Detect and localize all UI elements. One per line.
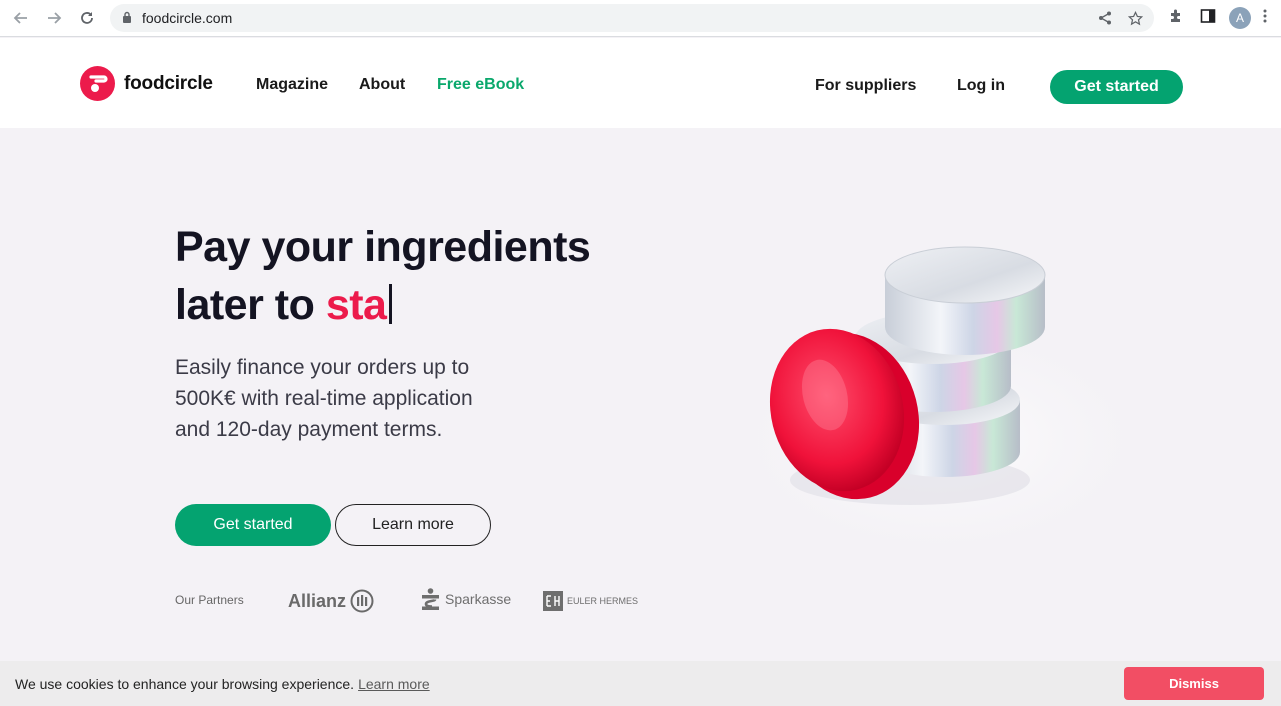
- extensions-puzzle-icon[interactable]: [1168, 8, 1184, 24]
- lock-icon: [123, 11, 131, 23]
- reload-icon: [81, 12, 93, 24]
- partners-label: Our Partners: [175, 593, 244, 607]
- side-panel-icon[interactable]: [1200, 8, 1216, 24]
- typing-caret: [389, 284, 393, 324]
- nav-free-ebook[interactable]: Free eBook: [437, 76, 524, 94]
- partner-allianz-name: Allianz: [288, 590, 347, 611]
- browser-toolbar: foodcircle.com A: [0, 0, 1281, 37]
- back-button[interactable]: [10, 8, 32, 28]
- partner-allianz: Allianz: [288, 589, 374, 613]
- logo-text: foodcircle: [124, 72, 213, 94]
- hero-title-line2: later to: [175, 281, 326, 329]
- partner-euler-hermes-name: EULER HERMES: [567, 596, 639, 606]
- url-text: foodcircle.com: [142, 10, 233, 26]
- partner-sparkasse-name: Sparkasse: [445, 591, 512, 607]
- site-header: foodcircle Magazine About Free eBook For…: [0, 38, 1281, 128]
- logo[interactable]: foodcircle: [80, 66, 213, 101]
- sparkasse-logo-icon: [422, 588, 439, 610]
- address-bar[interactable]: foodcircle.com: [110, 4, 1154, 32]
- hero-title-line1: Pay your ingredients: [175, 223, 591, 271]
- reload-button[interactable]: [76, 8, 98, 28]
- kebab-menu-icon[interactable]: [1262, 8, 1268, 24]
- cookie-message: We use cookies to enhance your browsing …: [15, 676, 355, 692]
- nav-magazine[interactable]: Magazine: [256, 76, 328, 94]
- profile-avatar[interactable]: A: [1229, 7, 1251, 29]
- nav-for-suppliers[interactable]: For suppliers: [815, 77, 916, 95]
- partner-euler-hermes: EULER HERMES: [543, 591, 638, 611]
- hero-subtitle: Easily finance your orders up to 500K€ w…: [175, 356, 473, 441]
- stacked-coins-illustration: [710, 246, 1170, 570]
- nav-about[interactable]: About: [359, 76, 405, 94]
- share-icon[interactable]: [1098, 11, 1112, 25]
- nav-log-in[interactable]: Log in: [957, 77, 1005, 95]
- cookie-learn-more-link[interactable]: Learn more: [358, 676, 430, 692]
- arrow-right-icon: [48, 12, 62, 24]
- euler-hermes-logo-icon: [543, 591, 563, 611]
- partner-sparkasse: Sparkasse: [422, 588, 511, 610]
- cookie-text-wrap: We use cookies to enhance your browsing …: [15, 676, 430, 692]
- hero-learn-more-button[interactable]: Learn more: [335, 504, 491, 546]
- cookie-dismiss-button[interactable]: Dismiss: [1124, 667, 1264, 700]
- allianz-logo-icon: [350, 589, 374, 613]
- hero-get-started-button[interactable]: Get started: [175, 504, 331, 546]
- forward-button[interactable]: [43, 8, 65, 28]
- arrow-left-icon: [13, 12, 27, 24]
- cookie-banner: We use cookies to enhance your browsing …: [0, 661, 1281, 706]
- header-get-started-button[interactable]: Get started: [1050, 70, 1183, 104]
- hero-title-typed: sta: [325, 281, 387, 329]
- foodcircle-logo-icon: [80, 66, 115, 101]
- hero-title: Pay your ingredients later to sta: [175, 218, 591, 334]
- bookmark-star-icon[interactable]: [1128, 11, 1143, 26]
